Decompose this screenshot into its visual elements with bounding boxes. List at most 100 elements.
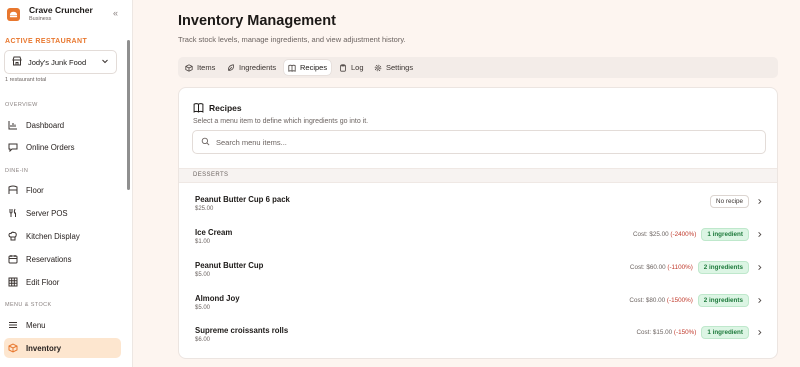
tab-label: Settings (386, 63, 414, 72)
sidebar-item-label: Menu (26, 320, 46, 330)
logo-icon (7, 7, 20, 21)
tab-label: Ingredients (239, 63, 277, 72)
recipes-title-text: Recipes (209, 102, 242, 113)
item-price: $1.00 (195, 239, 211, 245)
sidebar-item-server-pos[interactable]: Server POS (4, 203, 121, 223)
search-icon (201, 133, 210, 151)
sidebar-item-menu[interactable]: Menu (4, 315, 121, 335)
item-name: Almond Joy (195, 294, 240, 303)
sidebar-item-floor[interactable]: Floor (4, 180, 121, 200)
recipe-row[interactable]: Almond Joy $5.00 Cost: $80.00 (-1500%) 2… (179, 291, 777, 323)
category-header: DESSERTS (179, 168, 777, 183)
tab-settings[interactable]: Settings (370, 60, 417, 75)
cost-text: Cost: $80.00 (629, 296, 666, 304)
box-icon (185, 63, 193, 72)
item-name: Peanut Butter Cup 6 pack (195, 195, 290, 204)
recipes-description: Select a menu item to define which ingre… (193, 118, 369, 125)
recipe-row[interactable]: Ice Cream $1.00 Cost: $25.00 (-2400%) 1 … (179, 225, 777, 257)
chef-hat-icon (7, 231, 18, 242)
cost-margin: (-150%) (673, 328, 697, 336)
brand[interactable]: Crave Cruncher Business (7, 5, 93, 23)
cost-margin: (-1100%) (667, 263, 693, 271)
sidebar-item-label: Kitchen Display (26, 231, 80, 241)
item-name: Supreme croissants rolls (195, 326, 289, 335)
tab-log[interactable]: Log (335, 60, 368, 75)
chevron-right-icon (756, 264, 763, 271)
tab-bar: Items Ingredients Recipes Log Settings (178, 57, 778, 78)
recipe-badge: No recipe (710, 194, 749, 208)
brand-subtitle: Business (29, 16, 52, 22)
cost-text: Cost: $25.00 (632, 230, 669, 238)
tab-ingredients[interactable]: Ingredients (223, 60, 280, 75)
cost-text: Cost: $15.00 (636, 328, 673, 336)
sidebar-item-label: Edit Floor (26, 277, 60, 287)
sidebar-item-label: Server POS (26, 208, 68, 218)
recipe-row[interactable]: Peanut Butter Cup $5.00 Cost: $60.00 (-1… (179, 258, 777, 290)
page-title: Inventory Management (178, 13, 336, 29)
chart-icon (7, 120, 18, 131)
gear-icon (374, 64, 382, 72)
cost-margin: (-1500%) (666, 296, 693, 304)
tab-label: Recipes (300, 63, 328, 72)
tab-items[interactable]: Items (181, 60, 219, 75)
sidebar-item-label: Inventory (26, 343, 62, 353)
brand-name: Crave Cruncher (29, 5, 93, 15)
recipes-title: Recipes (193, 102, 242, 113)
restaurant-name: Jody's Junk Food (28, 57, 87, 67)
floor-icon (7, 185, 18, 196)
sidebar-item-inventory[interactable]: Inventory (4, 338, 121, 358)
page-subtitle: Track stock levels, manage ingredients, … (178, 35, 406, 44)
sidebar-item-dashboard[interactable]: Dashboard (4, 115, 121, 135)
sidebar-item-edit-floor[interactable]: Edit Floor (4, 272, 121, 292)
tab-label: Log (351, 63, 364, 72)
item-price: $25.00 (195, 206, 214, 212)
book-icon (288, 64, 296, 72)
item-cost: Cost: $25.00 (-2400%) (633, 231, 696, 238)
sidebar-item-reservations[interactable]: Reservations (4, 249, 121, 269)
chevron-right-icon (756, 329, 763, 336)
search-box[interactable] (192, 130, 766, 154)
recipe-badge: 1 ingredient (701, 227, 749, 241)
sidebar-item-kitchen-display[interactable]: Kitchen Display (4, 226, 121, 246)
item-price: $5.00 (195, 305, 211, 311)
recipe-badge: 2 ingredients (697, 260, 749, 274)
item-name: Ice Cream (195, 228, 233, 237)
search-input[interactable] (216, 137, 736, 147)
sidebar-scrollbar[interactable] (127, 40, 130, 190)
grid-icon (7, 277, 18, 288)
sidebar-item-label: Floor (26, 185, 44, 195)
tab-recipes[interactable]: Recipes (284, 60, 332, 75)
restaurant-count: 1 restaurant total (5, 77, 47, 83)
menu-icon (7, 320, 18, 331)
sidebar-item-label: Online Orders (26, 142, 75, 152)
store-icon (12, 56, 22, 68)
sidebar-item-online-orders[interactable]: Online Orders (4, 137, 121, 157)
chevron-right-icon (756, 198, 763, 205)
sidebar-item-label: Reservations (26, 254, 72, 264)
sidebar: Crave Cruncher Business « ACTIVE RESTAUR… (0, 0, 133, 367)
section-overview: OVERVIEW (5, 102, 38, 108)
recipe-badge: 2 ingredients (697, 293, 749, 307)
item-price: $6.00 (195, 337, 211, 343)
collapse-sidebar-icon[interactable]: « (113, 8, 118, 18)
chat-icon (7, 142, 18, 153)
recipes-card: Recipes Select a menu item to define whi… (178, 87, 778, 359)
clipboard-icon (339, 63, 347, 72)
main-content: Inventory Management Track stock levels,… (133, 0, 800, 367)
item-cost: Cost: $60.00 (-1100%) (630, 264, 693, 271)
recipe-row[interactable]: Peanut Butter Cup 6 pack $25.00 No recip… (179, 192, 777, 224)
restaurant-select[interactable]: Jody's Junk Food (4, 50, 117, 74)
section-menu-stock: MENU & STOCK (5, 302, 52, 308)
recipe-row[interactable]: Supreme croissants rolls $6.00 Cost: $15… (179, 323, 777, 355)
chevron-right-icon (756, 297, 763, 304)
box-icon (7, 343, 18, 354)
tab-label: Items (197, 63, 216, 72)
category-label: DESSERTS (193, 172, 229, 178)
item-name: Peanut Butter Cup (195, 261, 264, 270)
cost-margin: (-2400%) (670, 230, 697, 238)
item-cost: Cost: $15.00 (-150%) (636, 329, 696, 336)
book-icon (193, 102, 204, 113)
sidebar-item-label: Dashboard (26, 120, 65, 130)
chevron-down-icon (101, 57, 109, 67)
active-restaurant-label: ACTIVE RESTAURANT (5, 38, 88, 45)
